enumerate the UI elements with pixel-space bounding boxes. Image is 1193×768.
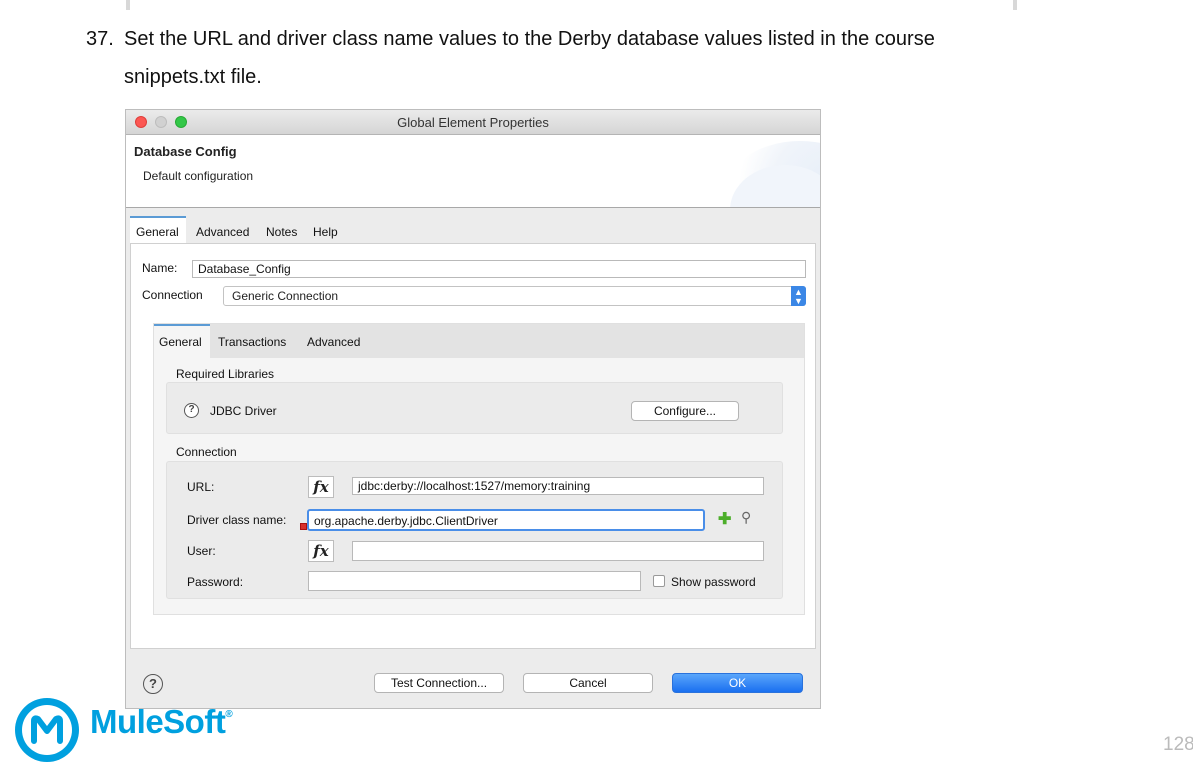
step-number: 37. [86, 28, 114, 50]
jdbc-driver-label: JDBC Driver [210, 404, 277, 418]
required-libraries-group: ? JDBC Driver Configure... [166, 382, 783, 434]
mulesoft-m-icon [31, 715, 63, 744]
user-label: User: [187, 544, 216, 558]
show-password-checkbox[interactable] [653, 575, 665, 587]
add-plus-icon[interactable]: ✚ [718, 509, 731, 529]
header-subtitle: Default configuration [143, 169, 254, 183]
name-input[interactable]: Database_Config [192, 260, 806, 278]
connection-group: URL: fx jdbc:derby://localhost:1527/memo… [166, 461, 783, 599]
password-input[interactable] [308, 571, 641, 591]
driver-class-label: Driver class name: [187, 513, 287, 527]
brand-trademark: ® [225, 709, 233, 720]
global-element-properties-dialog: Global Element Properties Database Confi… [125, 109, 821, 709]
connection-group-label: Connection [176, 445, 237, 459]
show-password-label: Show password [671, 575, 756, 589]
inner-tabbar: General Transactions Advanced [154, 324, 804, 358]
top-divider-right [1013, 0, 1017, 10]
connection-select[interactable]: Generic Connection ▲ ▼ [223, 286, 806, 306]
test-connection-button[interactable]: Test Connection... [374, 673, 504, 693]
dialog-help-icon[interactable]: ? [143, 674, 163, 694]
tab-advanced[interactable]: Advanced [196, 225, 249, 239]
error-marker-icon [300, 523, 307, 530]
tab-notes[interactable]: Notes [266, 225, 297, 239]
password-label: Password: [187, 575, 244, 589]
inner-tab-advanced[interactable]: Advanced [307, 335, 360, 349]
tab-general[interactable]: General [136, 225, 179, 239]
window-title: Global Element Properties [397, 115, 549, 130]
select-arrows-icon: ▲ ▼ [791, 286, 806, 306]
mulesoft-wordmark: MuleSoft® [90, 703, 233, 741]
inner-tab-transactions[interactable]: Transactions [218, 335, 286, 349]
search-icon[interactable]: ⚲ [741, 509, 751, 526]
configure-button[interactable]: Configure... [631, 401, 739, 421]
window-titlebar: Global Element Properties [126, 110, 820, 135]
step-line-2: snippets.txt file. [124, 66, 262, 88]
connection-label: Connection [142, 288, 203, 302]
header-title: Database Config [134, 144, 237, 159]
inner-tab-general[interactable]: General [159, 335, 202, 349]
url-input[interactable]: jdbc:derby://localhost:1527/memory:train… [352, 477, 764, 495]
user-fx-button[interactable]: fx [308, 540, 334, 562]
outer-tabbar: General Advanced Notes Help [130, 216, 816, 244]
jdbc-help-icon[interactable]: ? [184, 403, 199, 418]
page-number: 128 [1163, 734, 1193, 755]
url-label: URL: [187, 480, 215, 494]
ok-button[interactable]: OK [672, 673, 803, 693]
cancel-button[interactable]: Cancel [523, 673, 653, 693]
driver-class-input[interactable]: org.apache.derby.jdbc.ClientDriver [307, 509, 705, 531]
user-input[interactable] [352, 541, 764, 561]
general-tab-panel: Name: Database_Config Connection Generic… [130, 243, 816, 649]
name-label: Name: [142, 261, 178, 275]
mulesoft-logo-inner [22, 705, 72, 755]
tab-help[interactable]: Help [313, 225, 338, 239]
connection-config-panel: General Transactions Advanced Required L… [153, 323, 805, 615]
mulesoft-logo-icon [15, 698, 79, 762]
brand-name: MuleSoft [90, 703, 226, 740]
dialog-header: Database Config Default configuration [126, 135, 820, 208]
connection-select-value: Generic Connection [232, 289, 339, 303]
step-instruction: 37. Set the URL and driver class name val… [86, 20, 1126, 96]
step-line-1: Set the URL and driver class name values… [124, 28, 935, 50]
url-fx-button[interactable]: fx [308, 476, 334, 498]
required-libraries-label: Required Libraries [176, 367, 275, 381]
top-divider-left [126, 0, 130, 10]
